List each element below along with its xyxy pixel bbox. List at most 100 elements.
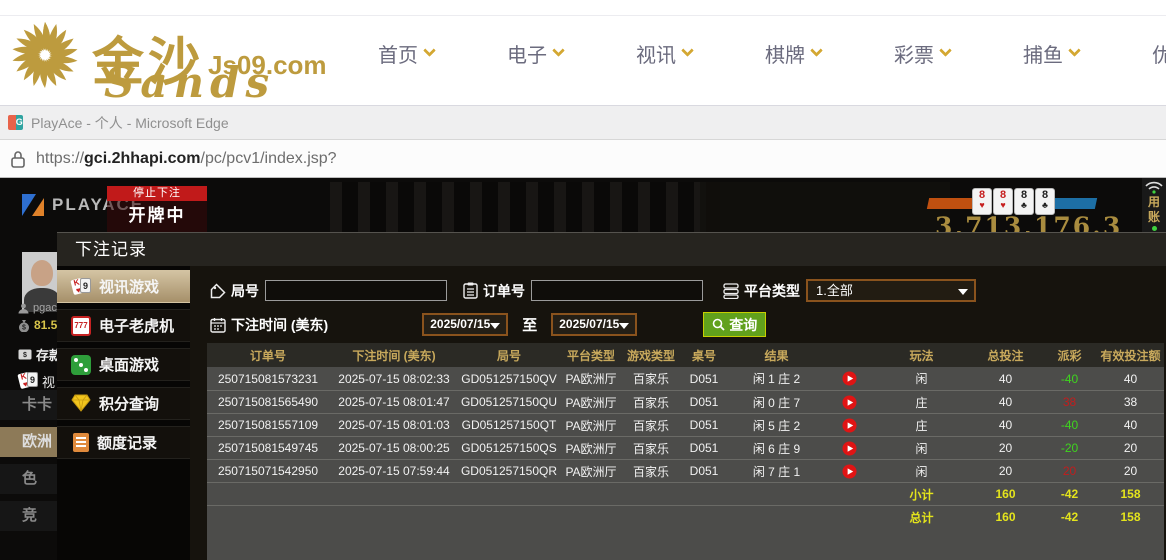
- video-row[interactable]: K♥9 视: [18, 371, 55, 391]
- table-cell: 百家乐: [623, 460, 679, 482]
- table-cell: 闲: [874, 460, 969, 482]
- table-cell: -40: [1042, 367, 1097, 390]
- table-cell: 20: [969, 437, 1042, 459]
- column-header: 局号: [459, 343, 559, 367]
- game-tab-0[interactable]: 卡卡: [0, 390, 57, 420]
- total-row: 总计160-42158: [207, 505, 1164, 528]
- replay-cell: [824, 437, 874, 459]
- order-input[interactable]: [531, 280, 703, 301]
- replay-cell: [824, 414, 874, 436]
- bet-table: 订单号下注时间 (美东)局号平台类型游戏类型桌号结果玩法总投注派彩有效投注额 2…: [207, 343, 1164, 560]
- nav-item-4[interactable]: 彩票: [894, 39, 950, 68]
- nav-item-3[interactable]: 棋牌: [765, 39, 821, 68]
- menu-item-label: 桌面游戏: [99, 354, 159, 375]
- nav-item-label: 视讯: [636, 39, 676, 68]
- column-header: 平台类型: [559, 343, 623, 367]
- game-tab-1[interactable]: 欧洲: [0, 427, 57, 457]
- column-header: 下注时间 (美东): [329, 343, 459, 367]
- left-tabs: 卡卡欧洲色竞: [0, 390, 57, 538]
- nav-item-2[interactable]: 视讯: [636, 39, 692, 68]
- summary-cell: [559, 483, 623, 505]
- video-label: 视: [42, 372, 55, 391]
- cards-icon: K♥9: [18, 371, 38, 391]
- url-bar[interactable]: https://gci.2hhapi.com/pc/pcv1/index.jsp…: [0, 140, 1166, 178]
- menu-item-label: 电子老虎机: [99, 315, 174, 336]
- url-domain: gci.2hhapi.com: [84, 150, 200, 167]
- replay-icon[interactable]: [842, 371, 857, 386]
- column-header: 总投注: [969, 343, 1042, 367]
- table-cell: D051: [679, 437, 729, 459]
- bet-records-modal: 下注记录 K♥9视讯游戏777电子老虎机桌面游戏积分查询额度记录 局号 订单号: [57, 232, 1166, 560]
- subtotal-row: 小计160-42158: [207, 482, 1164, 505]
- table-cell: 40: [969, 367, 1042, 390]
- replay-icon[interactable]: [842, 441, 857, 456]
- nav-item-label: 捕鱼: [1023, 39, 1063, 68]
- nav-item-1[interactable]: 电子: [507, 39, 563, 68]
- right-strip-label: 账: [1148, 211, 1160, 224]
- column-header: [824, 343, 874, 367]
- menu-item-0[interactable]: K♥9视讯游戏: [57, 270, 190, 303]
- nav-item-5[interactable]: 捕鱼: [1023, 39, 1079, 68]
- table-cell: 2025-07-15 08:02:33: [329, 367, 459, 390]
- person-icon: [18, 303, 29, 314]
- menu-item-2[interactable]: 桌面游戏: [57, 348, 190, 381]
- summary-cell: 158: [1097, 483, 1164, 505]
- game-tab-3[interactable]: 竞: [0, 501, 57, 531]
- platform-select[interactable]: 1.全部: [806, 279, 976, 302]
- table-cell: 庄: [874, 414, 969, 436]
- clipboard-icon: [463, 282, 478, 299]
- table-cell: 40: [1097, 367, 1164, 390]
- replay-icon[interactable]: [842, 395, 857, 410]
- table-cell: 2025-07-15 07:59:44: [329, 460, 459, 482]
- window-title: PlayAce - 个人 - Microsoft Edge: [31, 113, 229, 133]
- replay-cell: [824, 460, 874, 482]
- menu-item-1[interactable]: 777电子老虎机: [57, 309, 190, 342]
- summary-cell: [459, 483, 559, 505]
- chevron-down-icon: [423, 44, 436, 57]
- deposit-row[interactable]: $ 存款: [18, 345, 62, 364]
- table-cell: PA欧洲厅: [559, 367, 623, 390]
- table-cell: GD051257150QU: [459, 391, 559, 413]
- column-header: 订单号: [207, 343, 329, 367]
- nav-item-label: 首页: [378, 39, 418, 68]
- table-cell: PA欧洲厅: [559, 414, 623, 436]
- sunburst-icon: [10, 20, 80, 90]
- calendar-icon: [210, 317, 226, 333]
- table-row: 2507150815497452025-07-15 08:00:25GD0512…: [207, 436, 1164, 459]
- search-button[interactable]: 查询: [703, 312, 766, 337]
- url-text[interactable]: https://gci.2hhapi.com/pc/pcv1/index.jsp…: [36, 150, 337, 168]
- table-cell: 250715081557109: [207, 414, 329, 436]
- username-row: pgac: [18, 302, 57, 314]
- replay-icon[interactable]: [842, 418, 857, 433]
- column-header: 有效投注额: [1097, 343, 1164, 367]
- date-to-select[interactable]: 2025/07/15: [551, 313, 637, 336]
- replay-icon[interactable]: [842, 464, 857, 479]
- table-body: 2507150815732312025-07-15 08:02:33GD0512…: [207, 367, 1164, 528]
- brand-logo[interactable]: 金沙 Js09.com Sands: [8, 18, 328, 104]
- nav-item-6[interactable]: 优: [1152, 39, 1166, 68]
- filter-row-1: 局号 订单号 平台类型 1.全部: [210, 279, 1166, 302]
- dealer-status-block: 停止下注 开牌中: [107, 186, 207, 234]
- table-cell: 40: [969, 414, 1042, 436]
- date-from-select[interactable]: 2025/07/15: [422, 313, 508, 336]
- game-tab-2[interactable]: 色: [0, 464, 57, 494]
- menu-item-3[interactable]: 积分查询: [57, 387, 190, 420]
- round-input[interactable]: [265, 280, 447, 301]
- summary-cell: [679, 506, 729, 528]
- table-cell: 38: [1042, 391, 1097, 413]
- table-cell: -40: [1042, 414, 1097, 436]
- document-icon: [73, 433, 89, 452]
- menu-item-4[interactable]: 额度记录: [57, 426, 190, 459]
- wifi-icon: [1145, 181, 1163, 194]
- game-area: PLAYACE 停止下注 开牌中 8♥8♥8♣8♣ 3,713,176.3 用 …: [0, 178, 1166, 560]
- modal-body: K♥9视讯游戏 777电子老虎机桌面游戏积分查询额度记录 局号 订单号 平台类型: [57, 266, 1166, 560]
- svg-text:$: $: [23, 352, 27, 359]
- summary-cell: [559, 506, 623, 528]
- summary-cell: 小计: [874, 483, 969, 505]
- table-cell: 闲: [874, 367, 969, 390]
- table-cell: D051: [679, 391, 729, 413]
- summary-cell: [824, 483, 874, 505]
- nav-item-0[interactable]: 首页: [378, 39, 434, 68]
- platform-selected-value: 1.全部: [816, 283, 853, 298]
- table-cell: 20: [1097, 460, 1164, 482]
